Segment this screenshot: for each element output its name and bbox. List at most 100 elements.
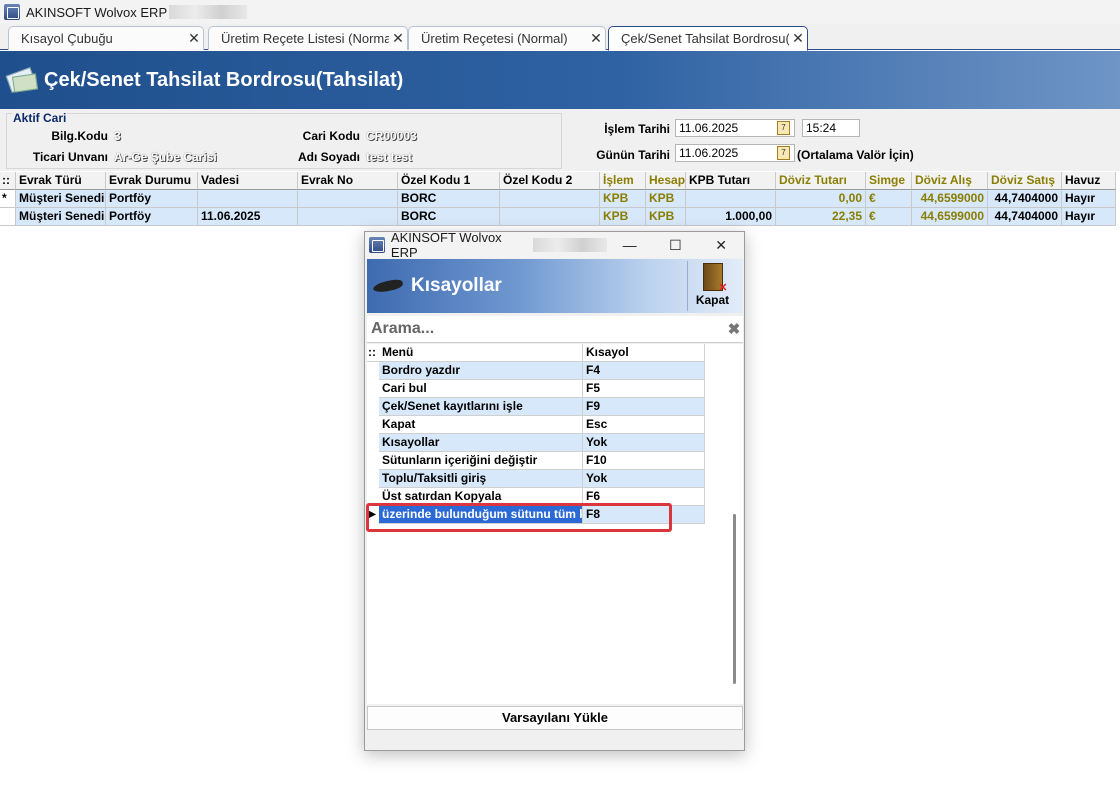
- grid-header-cell[interactable]: Özel Kodu 1: [398, 172, 500, 190]
- shortcut-menu-name[interactable]: Bordro yazdır: [379, 362, 583, 380]
- grid-header-row: :: Evrak Türü Evrak Durumu Vadesi Evrak …: [0, 172, 1120, 190]
- vertical-scrollbar[interactable]: [733, 514, 736, 684]
- shortcut-menu-name[interactable]: Toplu/Taksitli giriş: [379, 470, 583, 488]
- list-item[interactable]: Bordro yazdır F4: [367, 362, 705, 380]
- table-cell[interactable]: 44,6599000: [912, 208, 988, 226]
- table-cell[interactable]: 1.000,00: [686, 208, 776, 226]
- aktif-cari-title: Aktif Cari: [12, 111, 68, 125]
- list-item[interactable]: Kapat Esc: [367, 416, 705, 434]
- table-cell[interactable]: BORC: [398, 208, 500, 226]
- table-cell[interactable]: Müşteri Senedi: [16, 190, 106, 208]
- table-row[interactable]: Müşteri Senedi Portföy 11.06.2025 BORC K…: [0, 208, 1120, 226]
- tab-uretim-recetesi[interactable]: Üretim Reçetesi (Normal) ✕: [408, 26, 606, 50]
- table-cell[interactable]: [298, 208, 398, 226]
- varsayilani-yukle-button[interactable]: Varsayılanı Yükle: [367, 706, 743, 730]
- list-header-cell[interactable]: Menü: [379, 344, 583, 362]
- grid-header-cell[interactable]: Döviz Tutarı: [776, 172, 866, 190]
- table-cell[interactable]: KPB: [600, 190, 646, 208]
- tab-cek-senet-tahsilat[interactable]: Çek/Senet Tahsilat Bordrosu(Tahsilat) ✕: [608, 26, 808, 51]
- table-cell[interactable]: KPB: [646, 208, 686, 226]
- close-tab-icon[interactable]: ✕: [587, 30, 605, 47]
- maximize-button[interactable]: ☐: [653, 232, 699, 258]
- close-tab-icon[interactable]: ✕: [185, 30, 203, 47]
- list-item[interactable]: Sütunların içeriğini değiştir F10: [367, 452, 705, 470]
- bordro-grid[interactable]: :: Evrak Türü Evrak Durumu Vadesi Evrak …: [0, 172, 1120, 226]
- grid-header-cell[interactable]: Evrak Durumu: [106, 172, 198, 190]
- table-cell[interactable]: KPB: [600, 208, 646, 226]
- minimize-button[interactable]: —: [607, 232, 653, 258]
- grid-header-cell[interactable]: Hesap: [646, 172, 686, 190]
- grid-header-cell[interactable]: Özel Kodu 2: [500, 172, 600, 190]
- table-cell[interactable]: €: [866, 208, 912, 226]
- close-window-button[interactable]: ✕: [698, 232, 744, 258]
- window-title: AKINSOFT Wolvox ERP: [26, 4, 168, 20]
- table-cell[interactable]: [198, 190, 298, 208]
- table-cell[interactable]: KPB: [646, 190, 686, 208]
- grid-header-cell[interactable]: Havuz: [1062, 172, 1116, 190]
- close-tab-icon[interactable]: ✕: [389, 30, 407, 47]
- grid-header-cell[interactable]: KPB Tutarı: [686, 172, 776, 190]
- table-cell[interactable]: 22,35: [776, 208, 866, 226]
- table-cell[interactable]: [500, 208, 600, 226]
- grid-header-cell[interactable]: Döviz Satış: [988, 172, 1062, 190]
- close-tab-icon[interactable]: ✕: [789, 30, 807, 47]
- shortcut-key[interactable]: F5: [583, 380, 705, 398]
- shortcut-key[interactable]: F4: [583, 362, 705, 380]
- search-bar[interactable]: Arama... ✖: [367, 316, 743, 343]
- table-cell[interactable]: [500, 190, 600, 208]
- cheque-icon: [5, 65, 38, 95]
- clear-search-icon[interactable]: ✖: [725, 320, 743, 338]
- table-cell[interactable]: Portföy: [106, 208, 198, 226]
- kapat-button[interactable]: Kapat: [687, 261, 737, 311]
- shortcut-menu-name[interactable]: Çek/Senet kayıtlarını işle: [379, 398, 583, 416]
- shortcut-menu-name[interactable]: Kısayollar: [379, 434, 583, 452]
- calendar-icon[interactable]: 7: [777, 121, 790, 135]
- table-cell[interactable]: €: [866, 190, 912, 208]
- grid-header-cell[interactable]: Evrak No: [298, 172, 398, 190]
- app-logo-icon: [369, 237, 385, 253]
- list-item[interactable]: Cari bul F5: [367, 380, 705, 398]
- shortcut-key[interactable]: Yok: [583, 470, 705, 488]
- table-cell[interactable]: 11.06.2025: [198, 208, 298, 226]
- search-input[interactable]: Arama...: [367, 320, 725, 338]
- table-cell[interactable]: 44,7404000: [988, 208, 1062, 226]
- redacted-text: [533, 238, 607, 252]
- table-cell[interactable]: Hayır: [1062, 190, 1116, 208]
- table-row[interactable]: * Müşteri Senedi Portföy BORC KPB KPB 0,…: [0, 190, 1120, 208]
- shortcut-menu-name[interactable]: Kapat: [379, 416, 583, 434]
- list-item[interactable]: Toplu/Taksitli giriş Yok: [367, 470, 705, 488]
- shortcut-menu-name[interactable]: Sütunların içeriğini değiştir: [379, 452, 583, 470]
- shortcut-key[interactable]: F9: [583, 398, 705, 416]
- shortcut-key[interactable]: Esc: [583, 416, 705, 434]
- tab-kisayol-cubugu[interactable]: Kısayol Çubuğu ✕: [8, 26, 204, 50]
- grid-header-cell[interactable]: Evrak Türü: [16, 172, 106, 190]
- table-cell[interactable]: [686, 190, 776, 208]
- kapat-label: Kapat: [695, 293, 730, 307]
- shortcut-key[interactable]: Yok: [583, 434, 705, 452]
- shortcut-menu-name[interactable]: Cari bul: [379, 380, 583, 398]
- islem-saati-input[interactable]: 15:24: [802, 119, 860, 137]
- table-cell[interactable]: BORC: [398, 190, 500, 208]
- list-header-cell[interactable]: Kısayol: [583, 344, 705, 362]
- grid-header-cell: ::: [0, 172, 16, 190]
- table-cell[interactable]: [298, 190, 398, 208]
- grid-header-cell[interactable]: Vadesi: [198, 172, 298, 190]
- page-header: Çek/Senet Tahsilat Bordrosu(Tahsilat): [0, 51, 1120, 109]
- list-item[interactable]: Çek/Senet kayıtlarını işle F9: [367, 398, 705, 416]
- table-cell[interactable]: 44,7404000: [988, 190, 1062, 208]
- tab-uretim-recete-listesi[interactable]: Üretim Reçete Listesi (Normal) ✕: [208, 26, 408, 50]
- grid-header-cell[interactable]: İşlem: [600, 172, 646, 190]
- page-title: Çek/Senet Tahsilat Bordrosu(Tahsilat): [44, 68, 404, 91]
- dialog-titlebar: AKINSOFT Wolvox ERP — ☐ ✕: [365, 230, 744, 260]
- table-cell[interactable]: 44,6599000: [912, 190, 988, 208]
- table-cell[interactable]: 0,00: [776, 190, 866, 208]
- grid-header-cell[interactable]: Döviz Alış: [912, 172, 988, 190]
- list-item[interactable]: Kısayollar Yok: [367, 434, 705, 452]
- calendar-icon[interactable]: 7: [777, 146, 790, 160]
- table-cell[interactable]: Müşteri Senedi: [16, 208, 106, 226]
- tab-label: Üretim Reçetesi (Normal): [421, 31, 568, 46]
- grid-header-cell[interactable]: Simge: [866, 172, 912, 190]
- shortcut-key[interactable]: F10: [583, 452, 705, 470]
- table-cell[interactable]: Hayır: [1062, 208, 1116, 226]
- table-cell[interactable]: Portföy: [106, 190, 198, 208]
